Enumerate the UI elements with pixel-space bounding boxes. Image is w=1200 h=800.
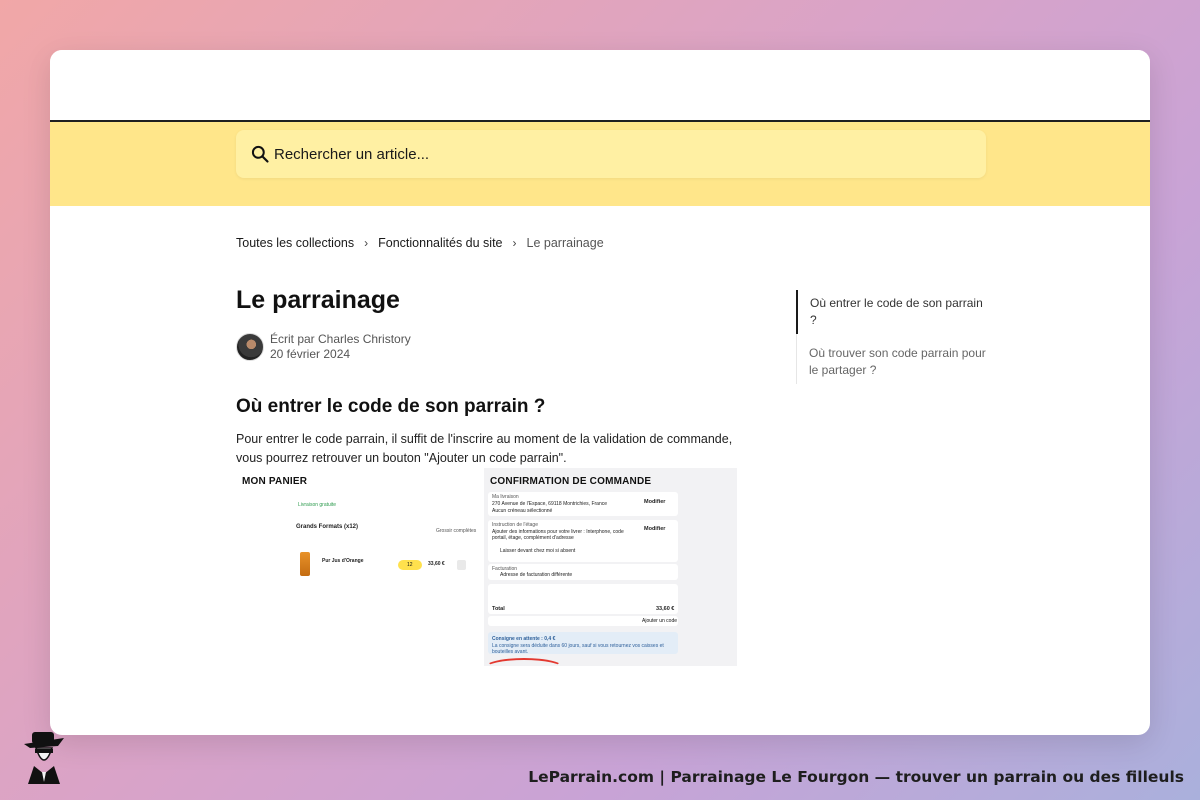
search-icon [251, 145, 269, 163]
deposit-title: Consigne en attente : 0,4 € [492, 636, 556, 642]
footer-caption: LeParrain.com | Parrainage Le Fourgon — … [528, 768, 1184, 786]
breadcrumb-current: Le parrainage [526, 236, 604, 250]
address-line: 270 Avenue de l'Espace, 69118 Montrichie… [492, 501, 608, 507]
chevron-right-icon: › [364, 236, 369, 250]
author-meta: Écrit par Charles Christory 20 février 2… [270, 332, 411, 362]
cart-status: Livraison gratuite [298, 502, 337, 508]
search-bar[interactable]: Rechercher un article... [236, 130, 986, 178]
slot-line: Aucun créneau sélectionné [492, 508, 553, 514]
trash-icon[interactable] [457, 560, 466, 570]
page-title: Le parrainage [236, 286, 400, 314]
author-name: Écrit par Charles Christory [270, 332, 411, 346]
breadcrumb: Toutes les collections › Fonctionnalités… [236, 236, 604, 250]
search-banner: Rechercher un article... [50, 122, 1150, 206]
publish-date: 20 février 2024 [270, 347, 351, 361]
totals-box [488, 584, 678, 614]
section-heading: Où entrer le code de son parrain ? [236, 396, 546, 417]
leparrain-logo-icon [24, 732, 64, 784]
total-label: Total [492, 606, 505, 612]
modify-instructions-button[interactable]: Modifier [644, 526, 665, 532]
avatar [236, 333, 264, 361]
confirmation-screenshot: CONFIRMATION DE COMMANDE Ma livraison 27… [484, 468, 737, 666]
chevron-right-icon: › [512, 236, 517, 250]
highlight-circle [484, 658, 564, 666]
cart-screenshot: MON PANIER Livraison gratuite Grands For… [236, 468, 484, 666]
cart-group-action: Grossir complètes [436, 528, 477, 534]
orange-juice-bottle-icon [300, 552, 310, 576]
toc-item-find-code[interactable]: Où trouver son code parrain pour le part… [797, 340, 986, 384]
cart-item-name: Pur Jus d'Orange [322, 558, 364, 564]
paragraph-line: Pour entrer le code parrain, il suffit d… [236, 432, 733, 446]
top-header [50, 50, 1150, 122]
breadcrumb-all-collections[interactable]: Toutes les collections [236, 236, 354, 250]
instructions-label: Instruction de l'étage [492, 522, 538, 528]
table-of-contents: Où entrer le code de son parrain ? Où tr… [796, 290, 986, 384]
add-referral-code-button[interactable]: Ajouter un code [642, 618, 677, 624]
paragraph-line: vous pourrez retrouver un bouton "Ajoute… [236, 451, 567, 465]
confirm-heading: CONFIRMATION DE COMMANDE [490, 476, 652, 487]
billing-line: Adresse de facturation différente [500, 572, 573, 578]
cart-qty: 12 [407, 562, 413, 568]
total-value: 33,60 € [656, 606, 675, 612]
article-paragraph: Pour entrer le code parrain, il suffit d… [236, 430, 746, 468]
breadcrumb-site-features[interactable]: Fonctionnalités du site [378, 236, 502, 250]
instructions-line: Ajouter des informations pour votre livr… [492, 529, 624, 541]
deposit-line: La consigne sera déduite dans 60 jours, … [492, 643, 664, 655]
search-input[interactable]: Rechercher un article... [274, 146, 429, 163]
cart-heading: MON PANIER [242, 476, 308, 487]
leave-line: Laisser devant chez moi si absent [500, 548, 576, 554]
author-block: Écrit par Charles Christory 20 février 2… [236, 332, 411, 362]
toc-item-enter-code[interactable]: Où entrer le code de son parrain ? [796, 290, 986, 334]
modify-address-button[interactable]: Modifier [644, 499, 665, 505]
address-label: Ma livraison [492, 494, 519, 500]
cart-group: Grands Formats (x12) [296, 524, 359, 530]
cart-price: 33,60 € [428, 561, 445, 567]
